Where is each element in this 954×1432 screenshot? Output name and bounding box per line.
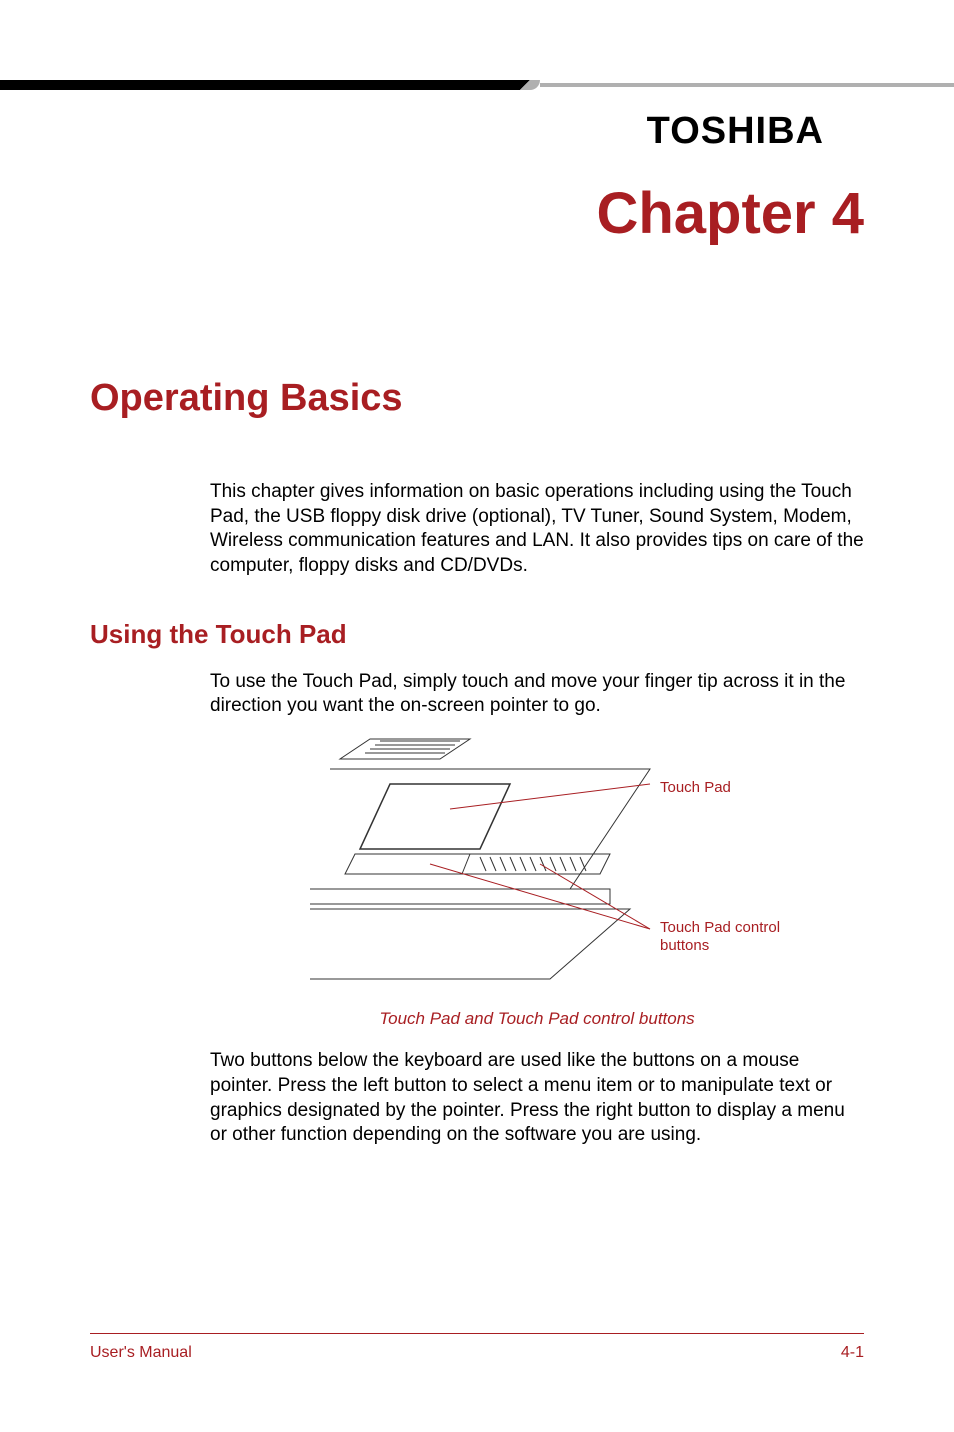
- chapter-title: Chapter 4: [0, 180, 954, 247]
- touchpad-para-1: To use the Touch Pad, simply touch and m…: [0, 670, 954, 719]
- subsection-title: Using the Touch Pad: [0, 619, 954, 650]
- touchpad-illustration: [310, 729, 670, 989]
- touchpad-diagram: Touch Pad Touch Pad control buttons: [0, 729, 954, 999]
- diagram-caption: Touch Pad and Touch Pad control buttons: [0, 1009, 954, 1029]
- diagram-label-buttons: Touch Pad control buttons: [660, 919, 800, 955]
- brand-logo: TOSHIBA: [647, 110, 824, 153]
- touchpad-para-2: Two buttons below the keyboard are used …: [0, 1049, 954, 1148]
- diagram-label-touchpad: Touch Pad: [660, 779, 731, 796]
- footer-right: 4-1: [841, 1344, 864, 1362]
- intro-paragraph: This chapter gives information on basic …: [0, 480, 954, 579]
- header-rule: [0, 80, 954, 90]
- page-footer: User's Manual 4-1: [90, 1333, 864, 1362]
- section-title: Operating Basics: [0, 377, 954, 420]
- footer-left: User's Manual: [90, 1344, 192, 1362]
